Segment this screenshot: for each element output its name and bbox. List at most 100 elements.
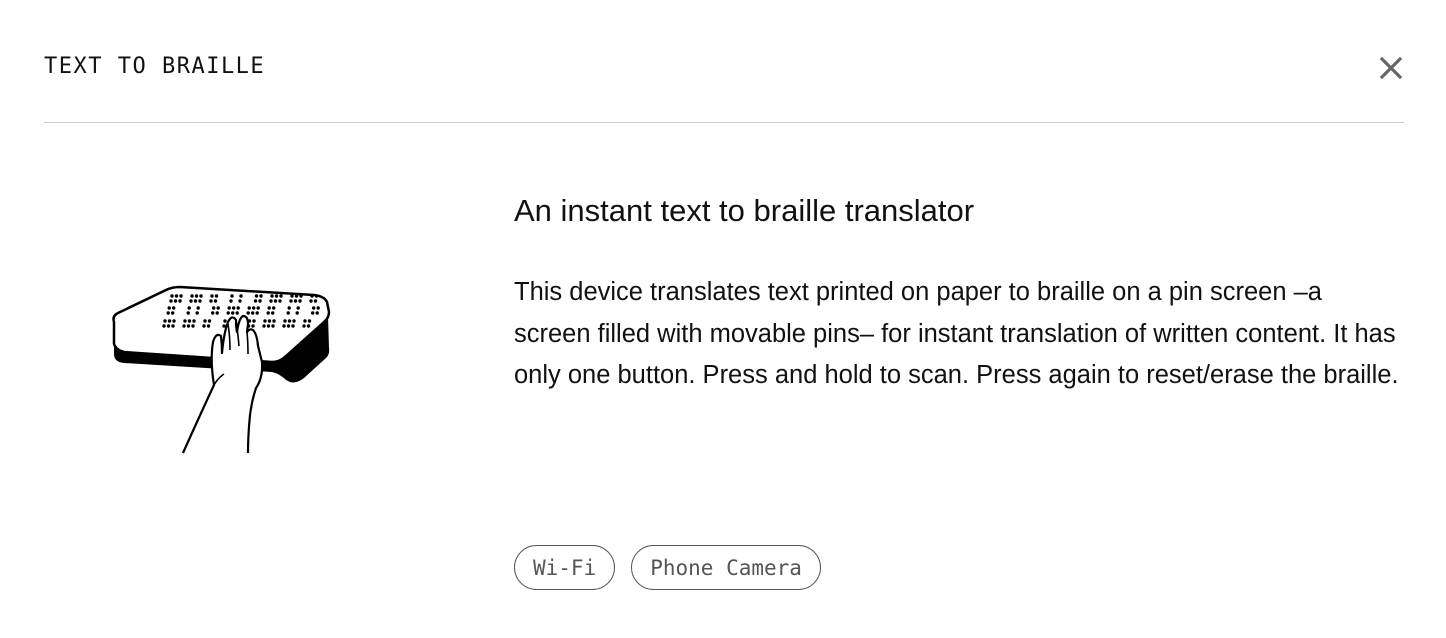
dialog-header: TEXT TO BRAILLE: [44, 0, 1404, 123]
tag-wifi: Wi-Fi: [514, 545, 616, 590]
braille-dot: [267, 319, 272, 323]
braille-dot: [194, 294, 199, 298]
braille-dot: [295, 311, 299, 315]
braille-dot: [314, 294, 319, 298]
braille-dot: [187, 319, 192, 323]
braille-dot: [296, 306, 300, 310]
braille-dot: [269, 299, 273, 303]
braille-dot: [212, 306, 216, 310]
braille-dot: [171, 324, 175, 328]
braille-dot: [289, 299, 293, 303]
braille-dot: [186, 324, 191, 328]
braille-dot: [272, 319, 276, 323]
project-dialog: TEXT TO BRAILLE An instant text to brail…: [0, 0, 1446, 638]
braille-dot: [262, 324, 266, 328]
braille-dot: [179, 294, 183, 298]
braille-dot: [290, 294, 294, 298]
braille-dot: [189, 299, 193, 303]
braille-dot: [216, 306, 220, 310]
braille-dot: [202, 324, 206, 328]
braille-dot: [291, 324, 295, 328]
braille-dot: [307, 319, 312, 323]
braille-dot: [230, 294, 234, 298]
braille-dot: [271, 324, 275, 328]
braille-dot: [214, 294, 219, 298]
braille-dot: [166, 324, 171, 328]
braille-dot: [232, 306, 236, 310]
braille-dot: [229, 299, 233, 303]
braille-dot: [287, 319, 292, 323]
braille-dot: [255, 311, 259, 315]
braille-dot: [310, 294, 314, 298]
braille-dot: [199, 294, 203, 298]
braille-dot: [252, 306, 256, 310]
braille-dot: [298, 299, 302, 303]
braille-dot: [294, 294, 299, 298]
braille-dot: [172, 319, 176, 323]
braille-dot: [311, 311, 315, 315]
braille-dot: [271, 311, 275, 315]
braille-dot: [312, 306, 316, 310]
dialog-title: TEXT TO BRAILLE: [44, 54, 266, 79]
braille-dot: [309, 299, 313, 303]
braille-dot: [178, 299, 182, 303]
braille-dot: [303, 319, 307, 323]
braille-dot: [252, 319, 256, 323]
braille-dot: [246, 311, 250, 315]
braille-dot: [306, 324, 311, 328]
braille-dot: [266, 324, 271, 328]
braille-dot: [258, 299, 262, 303]
braille-dot: [278, 299, 282, 303]
braille-dot: [226, 311, 230, 315]
braille-dot: [270, 294, 274, 298]
braille-dot: [192, 319, 196, 323]
braille-dot: [263, 319, 267, 323]
braille-dot: [313, 299, 318, 303]
project-content: An instant text to braille translator Th…: [514, 190, 1404, 397]
braille-dot: [286, 324, 291, 328]
braille-dot: [316, 306, 320, 310]
braille-dot: [299, 294, 303, 298]
braille-dot: [213, 299, 218, 303]
braille-dot: [259, 294, 263, 298]
braille-dot: [266, 311, 270, 315]
braille-dot: [163, 319, 167, 323]
braille-dot: [183, 319, 187, 323]
braille-dot: [186, 311, 190, 315]
braille-dot: [251, 311, 255, 315]
braille-dot: [210, 294, 214, 298]
braille-dot: [251, 324, 255, 328]
braille-dot: [286, 311, 290, 315]
braille-dot: [236, 306, 240, 310]
braille-dot: [169, 299, 173, 303]
braille-dot: [247, 306, 251, 310]
braille-dot: [302, 324, 306, 328]
braille-dot: [193, 299, 198, 303]
braille-dot: [272, 306, 276, 310]
braille-dot: [211, 311, 215, 315]
close-icon[interactable]: [1378, 55, 1404, 81]
project-description: This device translates text printed on p…: [514, 278, 1399, 389]
tag-list: Wi-Fi Phone Camera: [514, 545, 821, 590]
braille-dot: [227, 306, 231, 310]
braille-dot: [190, 294, 194, 298]
braille-dot: [315, 311, 319, 315]
braille-dot: [274, 294, 279, 298]
braille-dot: [235, 311, 239, 315]
braille-dot: [167, 319, 172, 323]
braille-dot: [287, 306, 291, 310]
braille-dot: [239, 294, 243, 298]
braille-dot: [206, 324, 211, 328]
braille-dot: [191, 324, 195, 328]
braille-dot: [171, 311, 175, 315]
braille-dot: [238, 299, 242, 303]
braille-dot: [187, 306, 191, 310]
braille-dot: [182, 324, 186, 328]
braille-device-illustration: [100, 270, 350, 460]
braille-dot: [203, 319, 207, 323]
project-heading: An instant text to braille translator: [514, 193, 975, 228]
braille-dot: [267, 306, 271, 310]
braille-dot: [256, 306, 260, 310]
braille-dot: [283, 319, 287, 323]
braille-dot: [195, 311, 199, 315]
